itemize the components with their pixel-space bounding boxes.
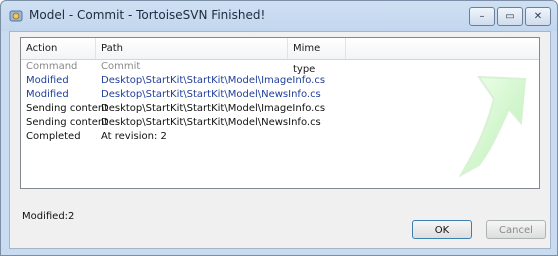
close-icon: ✕ [533,11,543,22]
commit-window: Model - Commit - TortoiseSVN Finished! –… [0,0,558,256]
row-action: Completed [26,131,81,142]
cancel-button[interactable]: Cancel [486,220,546,239]
row-action: Command [26,61,78,72]
row-action: Modified [26,75,69,86]
row-path: Desktop\StartKit\StartKit\Model\NewsInfo… [101,117,321,128]
tortoisesvn-icon [9,10,23,22]
ok-button[interactable]: OK [412,220,472,239]
maximize-icon: ▭ [505,11,515,22]
row-path: At revision: 2 [101,131,167,142]
title-bar[interactable]: Model - Commit - TortoiseSVN Finished! –… [1,1,557,31]
minimize-button[interactable]: – [469,7,495,26]
dialog-client-area: Action Path Mime type Command Commit Modif… [9,31,551,249]
row-action: Sending content [26,103,109,114]
row-path: Desktop\StartKit\StartKit\Model\ImageInf… [101,103,326,114]
commit-log-list[interactable]: Action Path Mime type Command Commit Modif… [20,37,540,189]
row-action: Sending content [26,117,109,128]
row-action: Modified [26,89,69,100]
table-row[interactable]: Command Commit [21,60,539,74]
maximize-button[interactable]: ▭ [497,7,523,26]
column-header-path[interactable]: Path [96,38,288,59]
list-header: Action Path Mime type [21,38,539,75]
row-path: Desktop\StartKit\StartKit\Model\ImageInf… [101,75,326,86]
column-header-mime-type[interactable]: Mime type [288,38,346,75]
window-title: Model - Commit - TortoiseSVN Finished! [29,8,266,22]
row-path: Commit [101,61,141,72]
caption-buttons: – ▭ ✕ [467,7,551,26]
row-path: Desktop\StartKit\StartKit\Model\NewsInfo… [101,89,321,100]
column-header-action[interactable]: Action [21,38,96,59]
status-text: Modified:2 [22,211,75,222]
minimize-icon: – [479,11,485,22]
close-button[interactable]: ✕ [525,7,551,26]
finished-arrow-icon [458,75,527,178]
